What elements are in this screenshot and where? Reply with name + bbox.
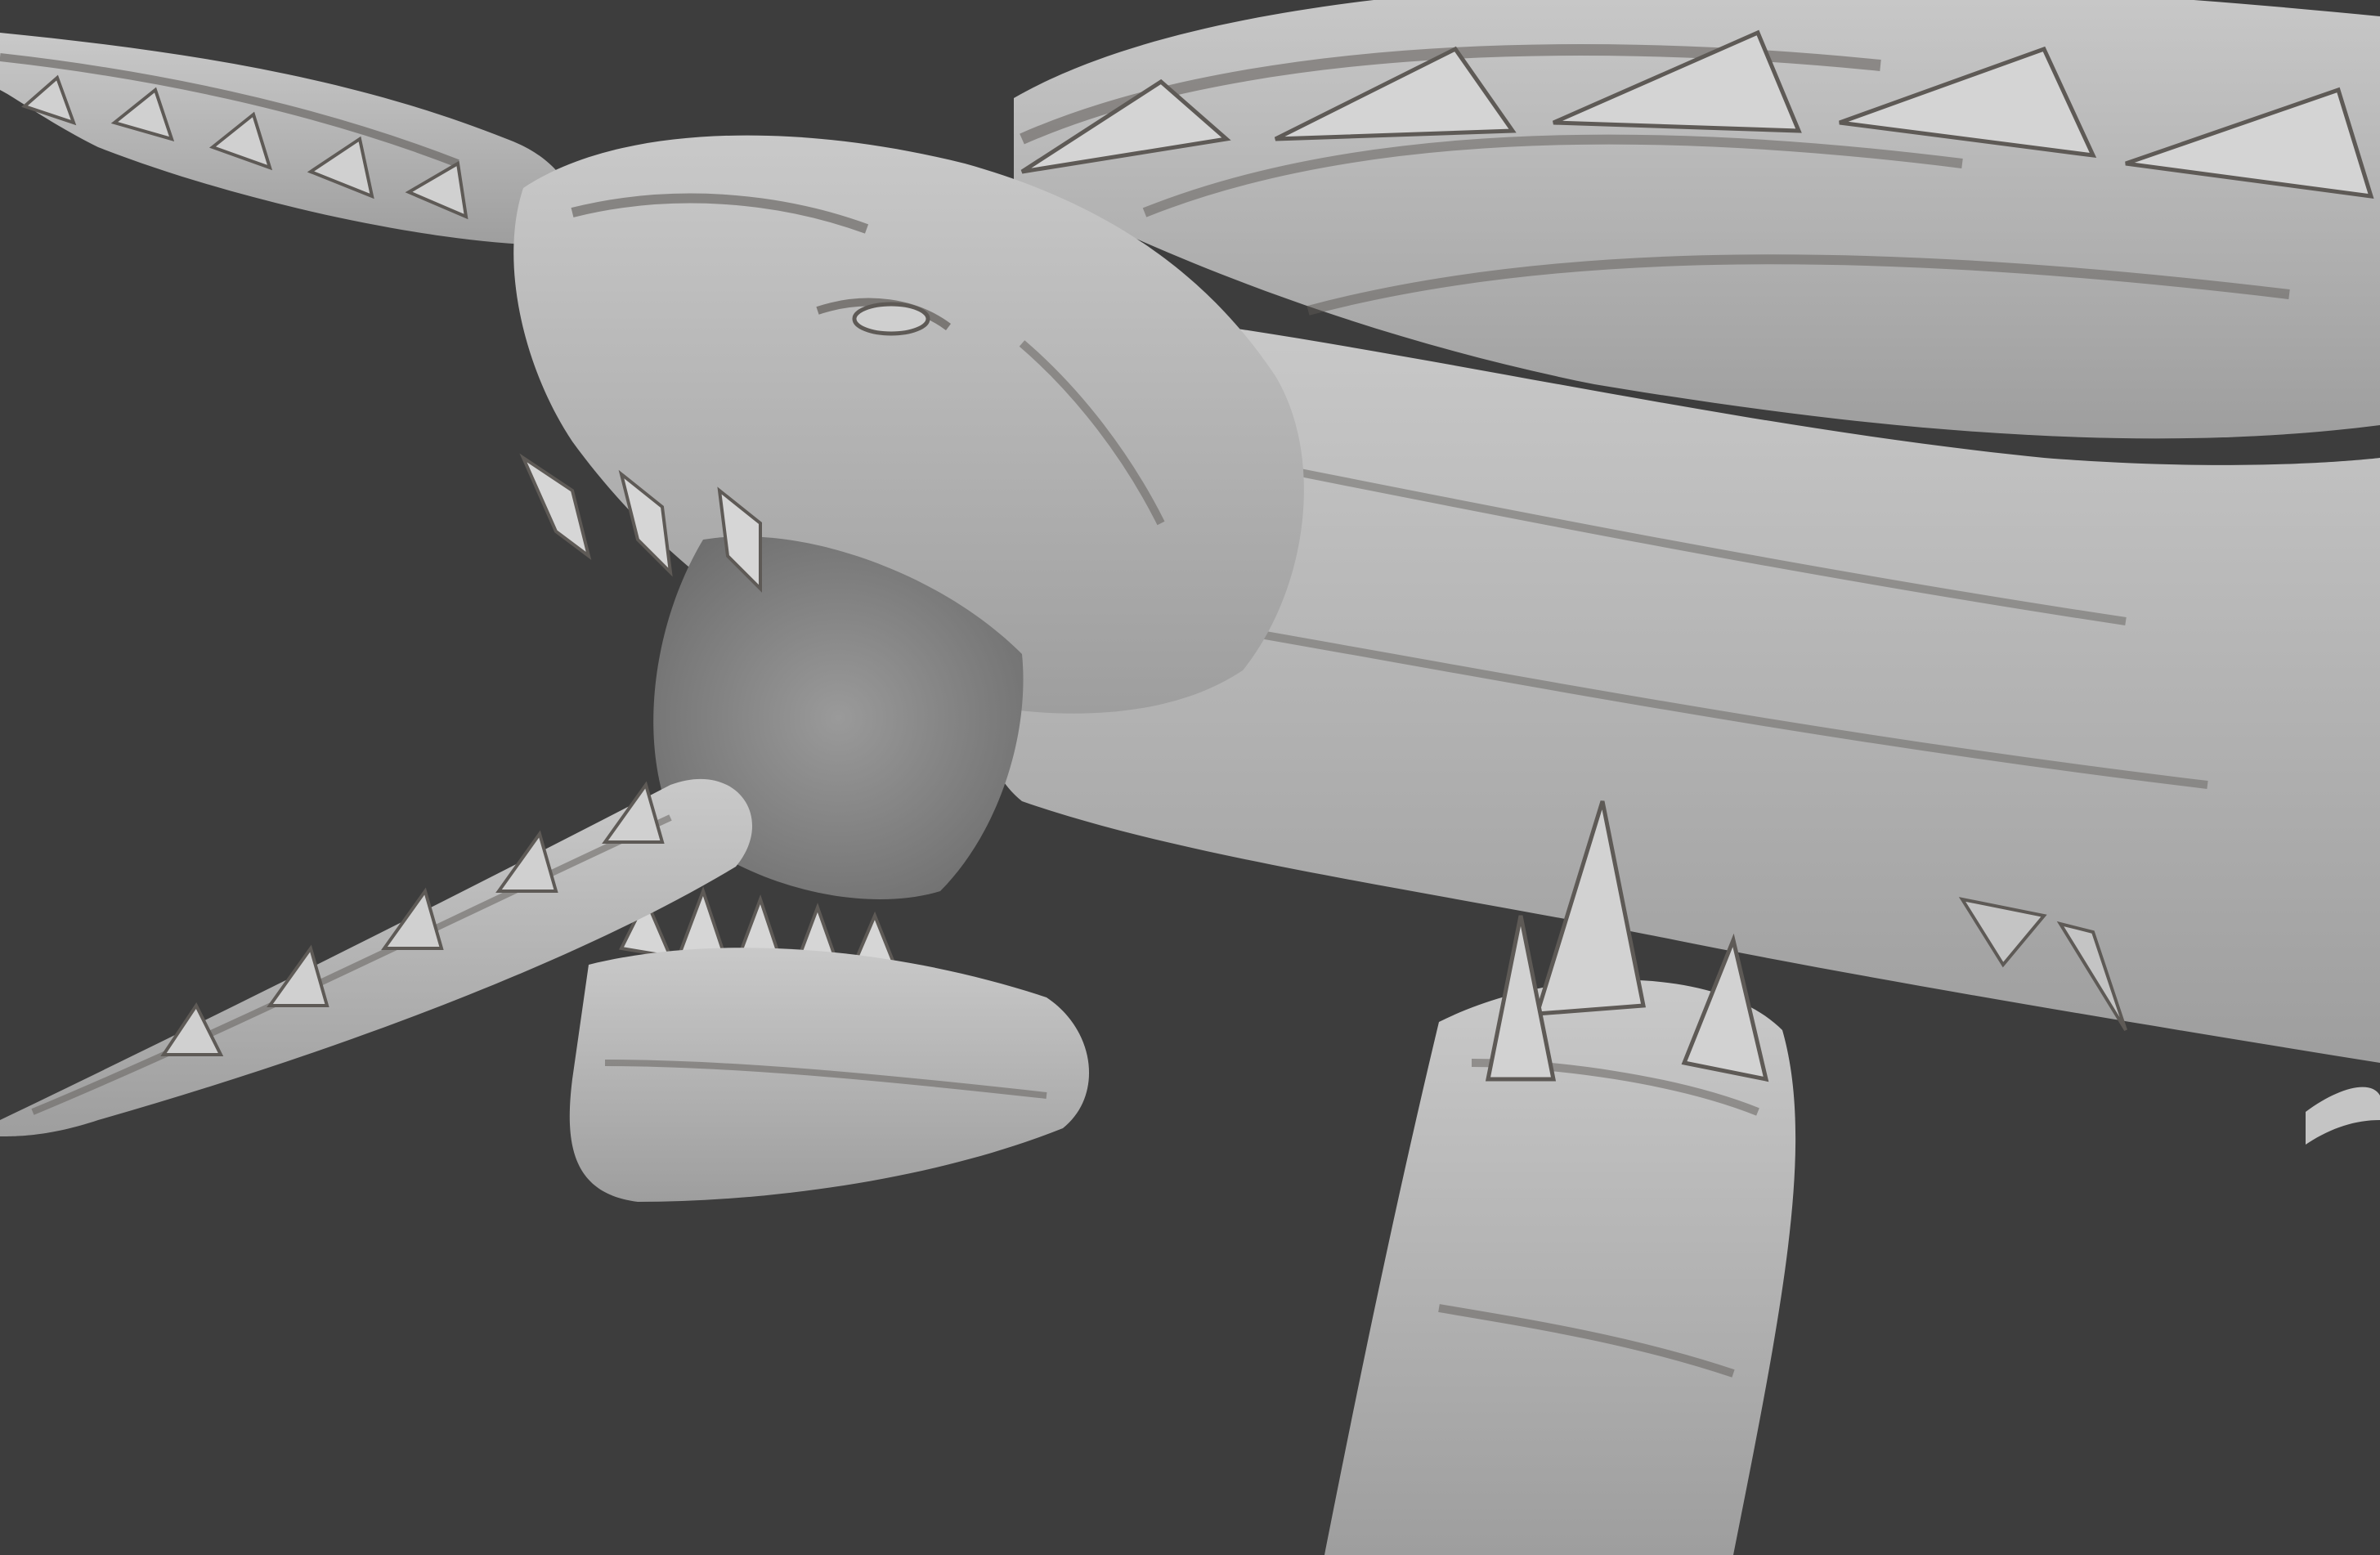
3d-viewport[interactable] (0, 0, 2380, 1555)
eye (852, 302, 930, 336)
lower-jaw (569, 948, 1090, 1202)
upper-horn (0, 33, 572, 245)
sculpt-model[interactable] (0, 0, 2380, 1555)
